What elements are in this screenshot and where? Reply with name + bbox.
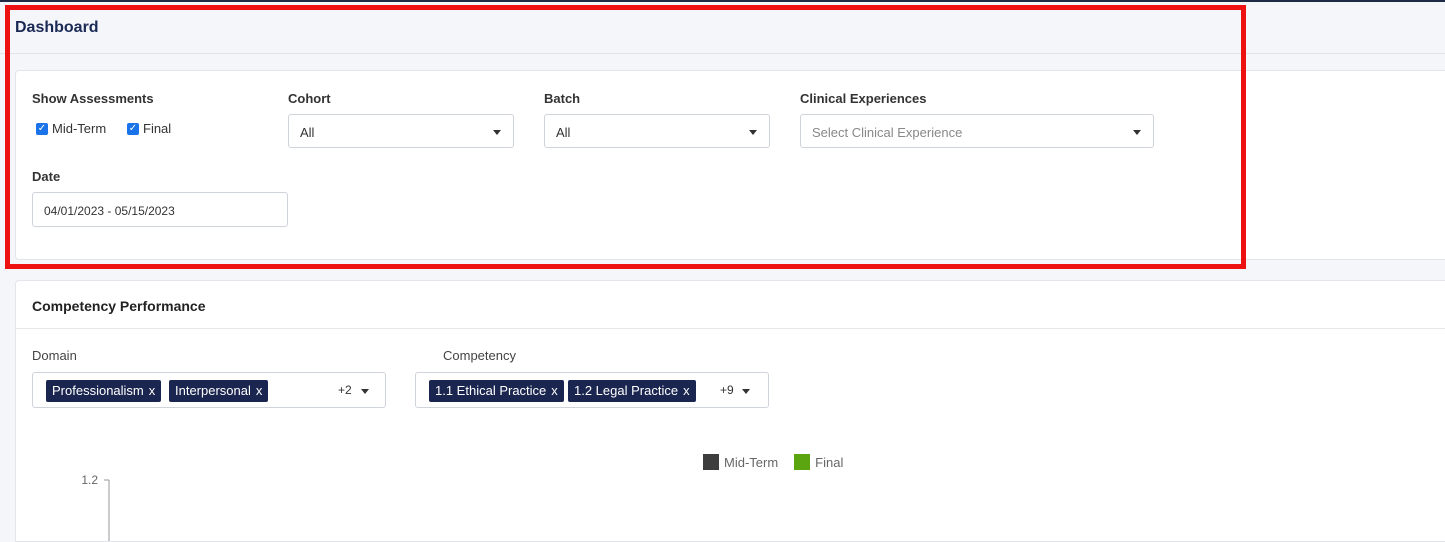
final-checkbox[interactable]: ✓ Final [127,121,171,136]
cohort-value: All [300,125,315,140]
cohort-label: Cohort [288,91,331,106]
mid-term-checkbox-label: Mid-Term [52,121,107,136]
page-header: Dashboard [0,2,1445,54]
show-assessments-label: Show Assessments [32,91,154,106]
date-label: Date [32,169,61,184]
check-icon[interactable]: ✓ [36,122,48,135]
date-range-input[interactable]: 04/01/2023 - 05/15/2023 [32,192,288,227]
page-title: Dashboard [15,19,99,36]
filter-panel: Show Assessments ✓ Mid-Term ✓ Final Coho… [15,70,1445,260]
y-tick-label: 1.2 [81,473,98,487]
final-checkbox-label: Final [143,121,172,136]
batch-value: All [556,125,571,140]
clinical-experience-select[interactable]: Select Clinical Experience [800,114,1154,148]
batch-select[interactable]: All [544,114,770,148]
caret-down-icon [493,130,501,135]
mid-term-checkbox[interactable]: ✓ Mid-Term [36,121,106,136]
competency-performance-panel: Competency Performance Domain Profession… [15,280,1445,542]
clinical-experiences-label: Clinical Experiences [800,91,927,106]
caret-down-icon [749,130,757,135]
clinical-experience-placeholder: Select Clinical Experience [812,125,963,140]
batch-label: Batch [544,91,581,106]
caret-down-icon [1133,130,1141,135]
date-range-value: 04/01/2023 - 05/15/2023 [44,204,175,218]
cohort-select[interactable]: All [288,114,514,148]
check-icon[interactable]: ✓ [127,122,139,135]
chart-area: 1.2 [81,473,110,541]
